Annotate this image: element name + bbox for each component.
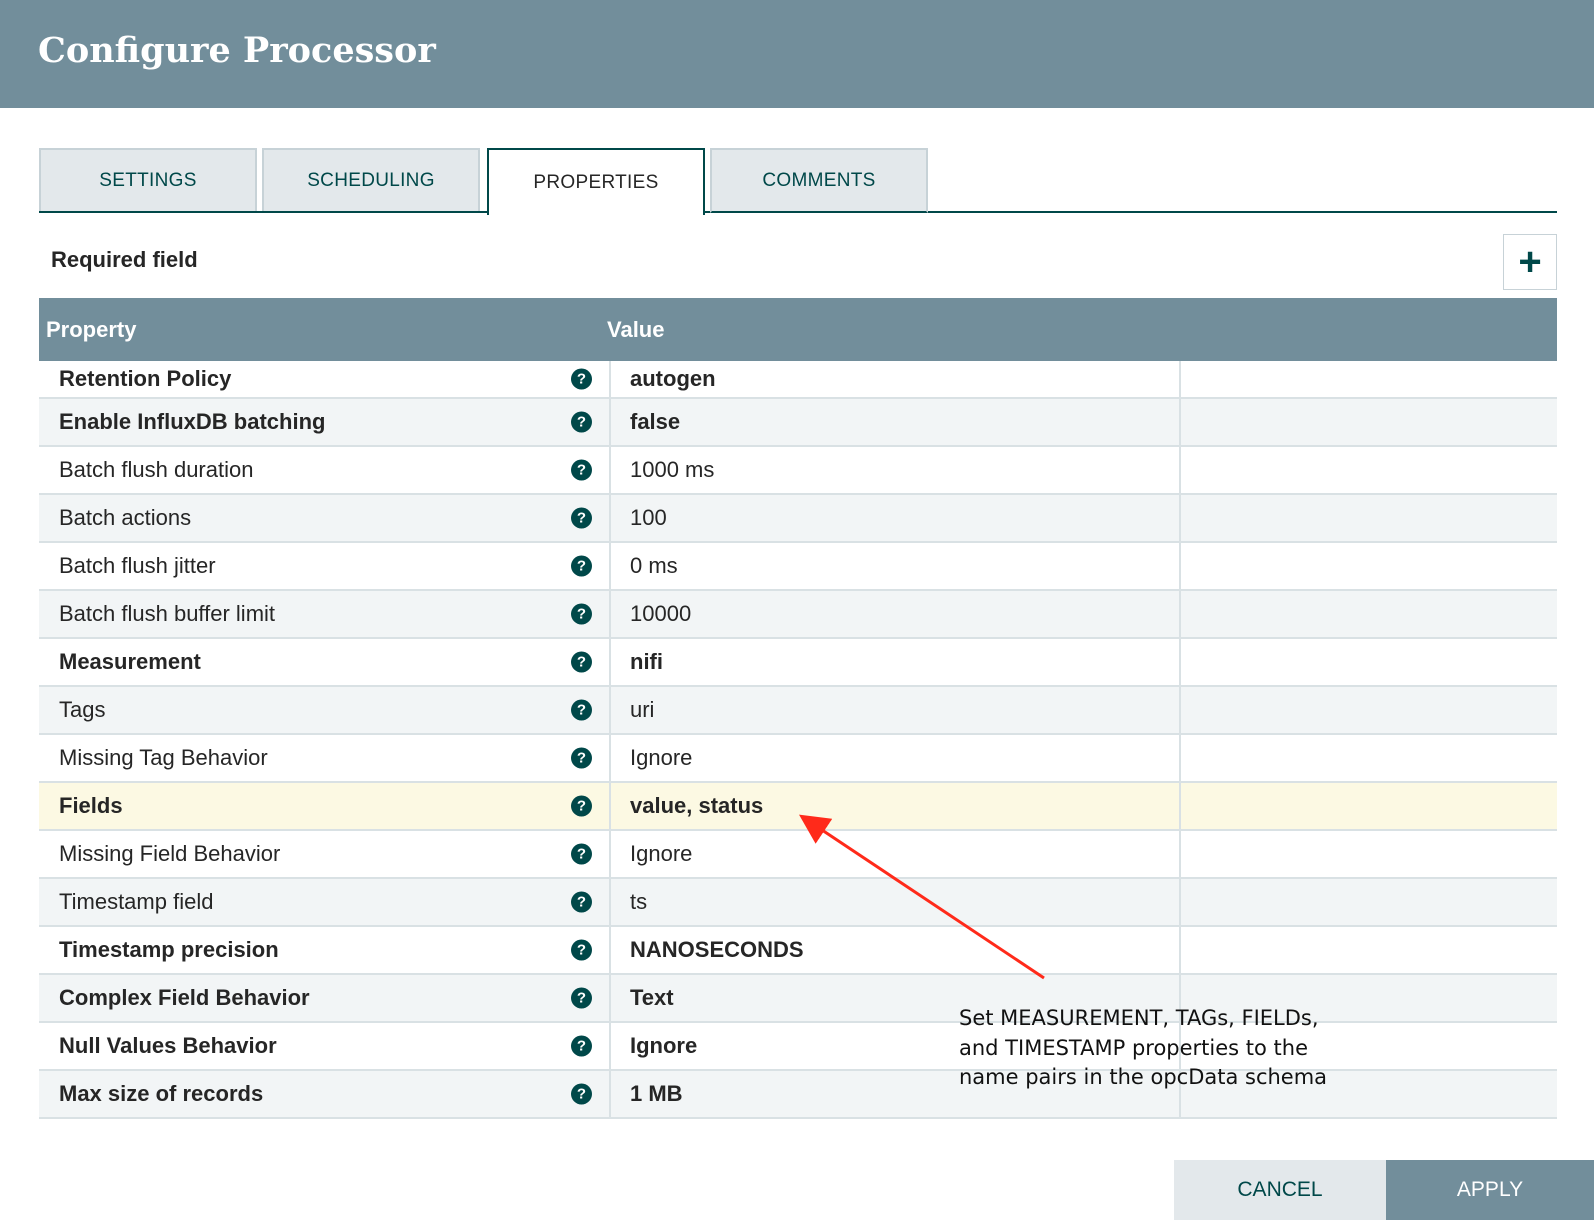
annotation-arrow	[799, 814, 1045, 980]
annotation-note: Set MEASUREMENT, TAGs, FIELDs, and TIMES…	[959, 1004, 1327, 1093]
apply-button[interactable]: APPLY	[1386, 1160, 1594, 1220]
annotation-line: Set MEASUREMENT, TAGs, FIELDs,	[959, 1006, 1319, 1030]
cancel-button[interactable]: CANCEL	[1174, 1160, 1386, 1220]
annotation-line: and TIMESTAMP properties to the	[959, 1035, 1309, 1060]
annotation-line: name pairs in the opcData schema	[959, 1065, 1328, 1089]
